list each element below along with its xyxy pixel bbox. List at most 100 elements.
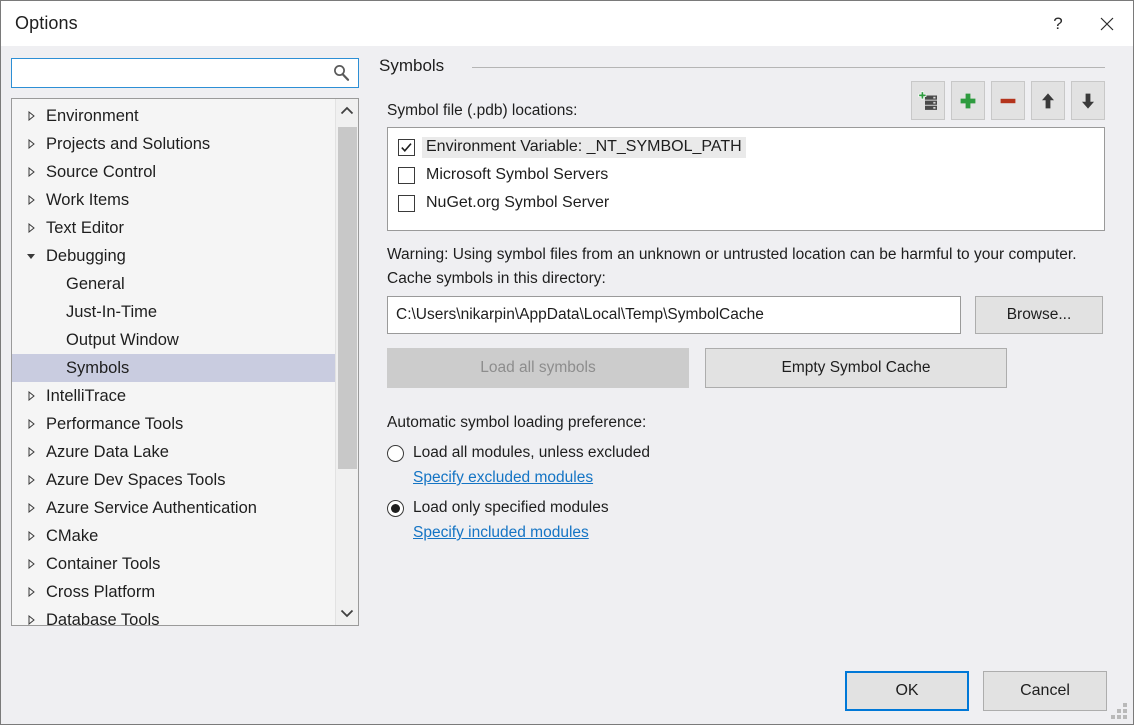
empty-symbol-cache-button[interactable]: Empty Symbol Cache <box>705 348 1007 388</box>
chevron-down-icon <box>340 608 354 618</box>
resize-grip[interactable] <box>1111 703 1127 719</box>
link-row: Specify included modules <box>413 524 1133 542</box>
triangle-right-icon[interactable] <box>22 475 40 485</box>
radio-option-1[interactable]: Load all modules, unless excluded <box>387 444 1133 462</box>
warning-text: Warning: Using symbol files from an unkn… <box>387 244 1077 266</box>
cache-path-input[interactable] <box>387 296 961 334</box>
scroll-up-button[interactable] <box>336 99 358 123</box>
checkbox-unchecked-icon[interactable] <box>398 167 415 184</box>
tree-item-label: Debugging <box>46 247 126 266</box>
title-bar: Options ? <box>1 1 1133 46</box>
window-title: Options <box>1 13 78 34</box>
search-box[interactable] <box>11 58 359 88</box>
browse-button[interactable]: Browse... <box>975 296 1103 334</box>
header-divider <box>472 67 1105 68</box>
tree-item-container-tools[interactable]: Container Tools <box>12 550 335 578</box>
tree-item-database-tools[interactable]: Database Tools <box>12 606 335 625</box>
chevron-up-icon <box>340 106 354 116</box>
radio-selected-icon[interactable] <box>387 500 404 517</box>
symbol-location-row[interactable]: Environment Variable: _NT_SYMBOL_PATH <box>388 133 1104 161</box>
tree-item-projects-and-solutions[interactable]: Projects and Solutions <box>12 130 335 158</box>
tree-item-azure-service-authentication[interactable]: Azure Service Authentication <box>12 494 335 522</box>
triangle-right-icon[interactable] <box>22 615 40 625</box>
triangle-right-icon[interactable] <box>22 223 40 233</box>
tree-item-intellitrace[interactable]: IntelliTrace <box>12 382 335 410</box>
triangle-right-icon[interactable] <box>22 503 40 513</box>
window-controls: ? <box>1035 1 1133 46</box>
triangle-right-icon[interactable] <box>22 531 40 541</box>
plus-icon <box>958 91 978 111</box>
radio-unselected-icon[interactable] <box>387 445 404 462</box>
radio-option-2[interactable]: Load only specified modules <box>387 499 1133 517</box>
tree-item-symbols[interactable]: Symbols <box>12 354 335 382</box>
tree-item-label: Container Tools <box>46 555 160 574</box>
tree-item-cross-platform[interactable]: Cross Platform <box>12 578 335 606</box>
new-symbol-location-button[interactable] <box>911 81 945 120</box>
options-tree[interactable]: EnvironmentProjects and Solutions Source … <box>11 98 359 626</box>
scroll-down-button[interactable] <box>336 601 358 625</box>
symbol-locations-toolbar <box>911 81 1105 120</box>
search-input[interactable] <box>18 59 322 87</box>
tree-scroll-area: EnvironmentProjects and Solutions Source … <box>12 99 335 625</box>
tree-item-work-items[interactable]: Work Items <box>12 186 335 214</box>
radio-option-label: Load only specified modules <box>413 499 609 517</box>
radio-option-label: Load all modules, unless excluded <box>413 444 650 462</box>
page-title: Symbols <box>369 56 444 76</box>
tree-item-azure-dev-spaces-tools[interactable]: Azure Dev Spaces Tools <box>12 466 335 494</box>
tree-item-label: Text Editor <box>46 219 124 238</box>
symbol-locations-list[interactable]: Environment Variable: _NT_SYMBOL_PATH Mic… <box>387 127 1105 231</box>
add-button[interactable] <box>951 81 985 120</box>
tree-item-label: General <box>66 275 125 294</box>
triangle-right-icon[interactable] <box>22 167 40 177</box>
specify-modules-link[interactable]: Specify excluded modules <box>413 469 593 486</box>
move-down-button[interactable] <box>1071 81 1105 120</box>
triangle-right-icon[interactable] <box>22 111 40 121</box>
tree-item-source-control[interactable]: Source Control <box>12 158 335 186</box>
tree-item-label: IntelliTrace <box>46 387 126 406</box>
triangle-right-icon[interactable] <box>22 559 40 569</box>
tree-item-general[interactable]: General <box>12 270 335 298</box>
search-icon[interactable] <box>331 63 351 83</box>
tree-item-label: Performance Tools <box>46 415 183 434</box>
triangle-right-icon[interactable] <box>22 391 40 401</box>
tree-item-output-window[interactable]: Output Window <box>12 326 335 354</box>
link-row: Specify excluded modules <box>413 469 1133 487</box>
symbol-location-label: Microsoft Symbol Servers <box>422 165 612 186</box>
tree-item-label: Azure Dev Spaces Tools <box>46 471 225 490</box>
scrollbar-thumb[interactable] <box>338 127 357 469</box>
arrow-up-icon <box>1038 91 1058 111</box>
tree-item-label: Source Control <box>46 163 156 182</box>
checkbox-checked-icon[interactable] <box>398 139 415 156</box>
tree-item-text-editor[interactable]: Text Editor <box>12 214 335 242</box>
specify-modules-link[interactable]: Specify included modules <box>413 524 589 541</box>
triangle-right-icon[interactable] <box>22 195 40 205</box>
triangle-right-icon[interactable] <box>22 447 40 457</box>
triangle-right-icon[interactable] <box>22 419 40 429</box>
tree-item-debugging[interactable]: Debugging <box>12 242 335 270</box>
minus-icon <box>998 91 1018 111</box>
tree-item-label: Database Tools <box>46 611 159 626</box>
triangle-down-icon[interactable] <box>22 251 40 261</box>
tree-item-label: Cross Platform <box>46 583 155 602</box>
remove-button[interactable] <box>991 81 1025 120</box>
triangle-right-icon[interactable] <box>22 587 40 597</box>
cancel-button[interactable]: Cancel <box>983 671 1107 711</box>
move-up-button[interactable] <box>1031 81 1065 120</box>
symbol-location-row[interactable]: NuGet.org Symbol Server <box>388 189 1104 217</box>
ok-button[interactable]: OK <box>845 671 969 711</box>
tree-item-performance-tools[interactable]: Performance Tools <box>12 410 335 438</box>
tree-item-environment[interactable]: Environment <box>12 102 335 130</box>
help-button[interactable]: ? <box>1035 1 1081 46</box>
add-server-icon <box>917 91 939 111</box>
triangle-right-icon[interactable] <box>22 139 40 149</box>
tree-scrollbar[interactable] <box>335 99 358 625</box>
tree-item-azure-data-lake[interactable]: Azure Data Lake <box>12 438 335 466</box>
load-all-symbols-button[interactable]: Load all symbols <box>387 348 689 388</box>
checkbox-unchecked-icon[interactable] <box>398 195 415 212</box>
close-icon <box>1099 16 1115 32</box>
close-button[interactable] <box>1081 1 1133 46</box>
symbol-location-row[interactable]: Microsoft Symbol Servers <box>388 161 1104 189</box>
scrollbar-track[interactable] <box>336 123 358 601</box>
tree-item-cmake[interactable]: CMake <box>12 522 335 550</box>
tree-item-just-in-time[interactable]: Just-In-Time <box>12 298 335 326</box>
